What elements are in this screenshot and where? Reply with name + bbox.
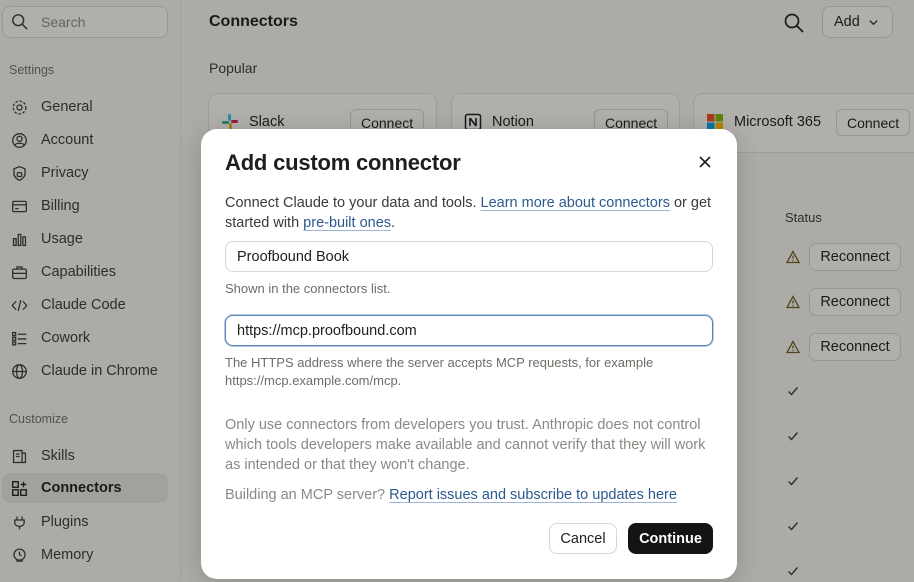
cancel-button[interactable]: Cancel xyxy=(549,523,617,554)
add-custom-connector-dialog: Add custom connector Connect Claude to y… xyxy=(201,129,737,579)
dialog-title: Add custom connector xyxy=(225,150,461,175)
intro-text: . xyxy=(391,215,396,231)
name-hint: Shown in the connectors list. xyxy=(225,281,391,296)
close-icon xyxy=(699,156,711,168)
trust-warning: Only use connectors from developers you … xyxy=(225,417,706,473)
close-button[interactable] xyxy=(695,152,715,172)
pre-built-link[interactable]: pre-built ones xyxy=(303,215,391,231)
connector-name-input[interactable] xyxy=(225,241,713,272)
server-url-input[interactable] xyxy=(225,315,713,346)
build-text: Building an MCP server? xyxy=(225,487,390,503)
continue-button[interactable]: Continue xyxy=(628,523,713,554)
intro-text: Connect Claude to your data and tools. xyxy=(225,195,481,211)
report-issues-link[interactable]: Report issues and subscribe to updates h… xyxy=(389,487,677,503)
build-mcp-note: Building an MCP server? Report issues an… xyxy=(225,487,677,503)
url-hint: The HTTPS address where the server accep… xyxy=(225,355,654,388)
learn-more-link[interactable]: Learn more about connectors xyxy=(481,195,670,211)
dialog-intro: Connect Claude to your data and tools. L… xyxy=(225,193,715,233)
